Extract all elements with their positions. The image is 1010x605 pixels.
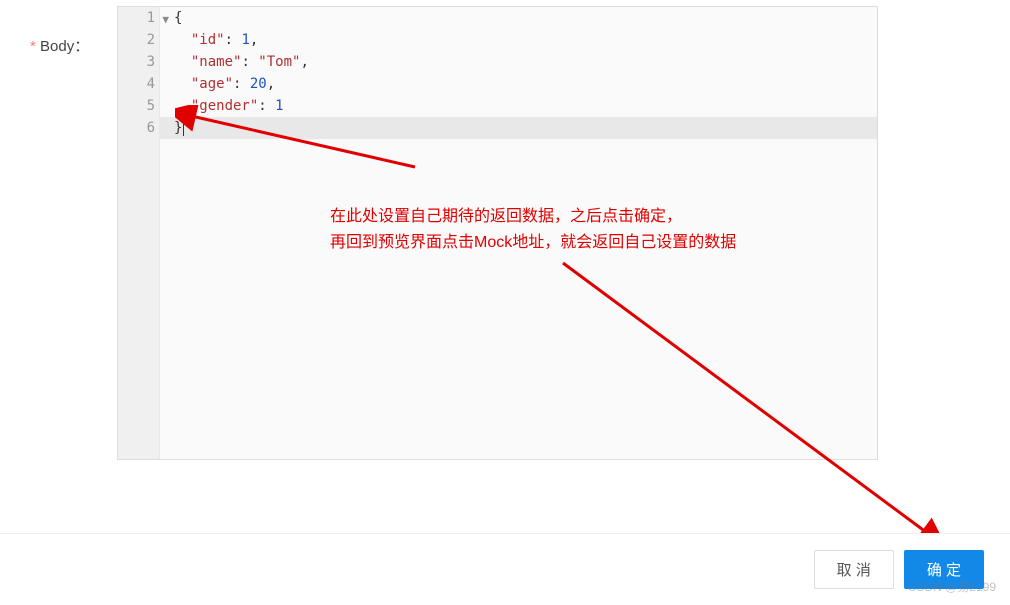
fold-marker-icon[interactable]: ▼ [162,9,169,31]
gutter-line: 3 [118,51,155,73]
gutter-line: 6 [118,117,155,139]
footer: 取 消 确 定 [0,533,1010,605]
gutter-line: 1▼ [118,7,155,29]
annotation-line2: 再回到预览界面点击Mock地址，就会返回自己设置的数据 [330,230,736,256]
text-cursor [183,120,184,136]
code-line[interactable]: { [174,7,877,29]
gutter-line: 4 [118,73,155,95]
code-line[interactable]: } [174,117,877,139]
cancel-button[interactable]: 取 消 [814,550,894,589]
annotation-line1: 在此处设置自己期待的返回数据，之后点击确定， [330,204,736,230]
code-content[interactable]: { "id": 1, "name": "Tom", "age": 20, "ge… [174,7,877,139]
confirm-button[interactable]: 确 定 [904,550,984,589]
code-line[interactable]: "gender": 1 [174,95,877,117]
code-line[interactable]: "name": "Tom", [174,51,877,73]
gutter-line: 5 [118,95,155,117]
annotation-text: 在此处设置自己期待的返回数据，之后点击确定， 再回到预览界面点击Mock地址，就… [330,204,736,256]
gutter: 1▼23456 [118,7,160,459]
code-line[interactable]: "id": 1, [174,29,877,51]
body-label: Body： [30,35,89,56]
code-line[interactable]: "age": 20, [174,73,877,95]
gutter-line: 2 [118,29,155,51]
